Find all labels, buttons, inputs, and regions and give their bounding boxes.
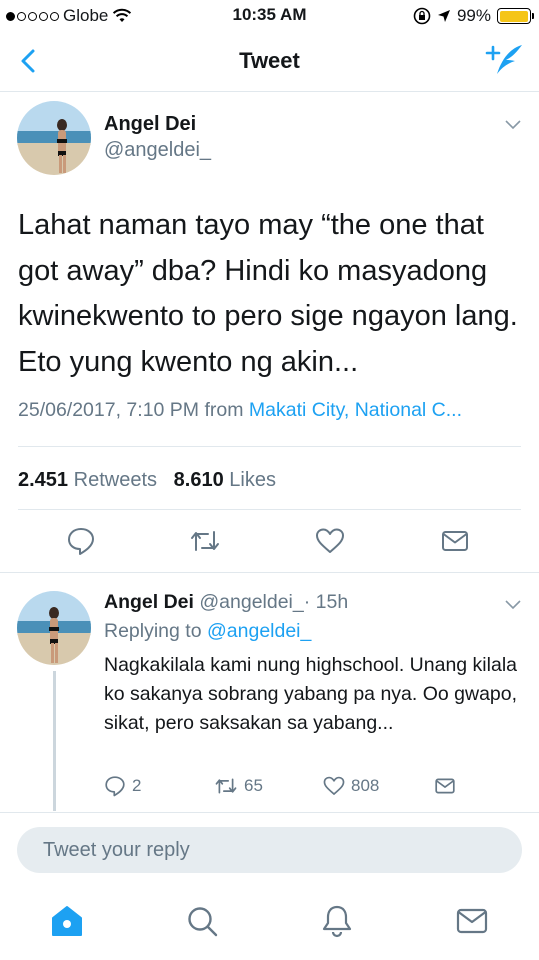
reply-retweet-button[interactable]: 65 — [214, 775, 263, 797]
reply-reply-button[interactable]: 2 — [104, 775, 141, 797]
replying-to: Replying to @angeldei_ — [104, 620, 311, 643]
reply-icon — [105, 776, 125, 797]
reply-tweet[interactable]: Angel Dei @angeldei_· 15h Replying to @a… — [0, 572, 539, 812]
tweet-actions — [0, 526, 539, 566]
retweet-count: 65 — [244, 776, 263, 795]
replying-handle[interactable]: @angeldei_ — [207, 620, 311, 642]
reply-author-handle[interactable]: @angeldei_ — [199, 591, 303, 613]
retweets-count[interactable]: 2.451 — [18, 469, 68, 491]
reply-composer — [0, 812, 539, 884]
reply-input[interactable] — [17, 827, 522, 873]
reply-actions: 2 65 808 — [0, 775, 539, 805]
direct-message-icon — [435, 778, 455, 794]
direct-message-icon[interactable] — [440, 526, 470, 556]
system-indicators: 99% — [413, 6, 534, 26]
tweet-location[interactable]: Makati City, National C... — [249, 399, 462, 421]
search-icon[interactable] — [185, 904, 219, 938]
divider — [18, 446, 521, 447]
rotation-lock-icon — [413, 7, 431, 25]
tweet-date: 25/06/2017, 7:10 PM from — [18, 399, 249, 421]
reply-like-button[interactable]: 808 — [323, 775, 379, 797]
reply-text: Nagkakilala kami nung highschool. Unang … — [104, 654, 518, 734]
tweet-text: Lahat naman tayo may “the one that got a… — [18, 209, 518, 378]
reply-message-button[interactable] — [433, 775, 457, 797]
reply-icon[interactable] — [66, 526, 96, 556]
location-arrow-icon — [437, 10, 450, 22]
tweet-meta: 25/06/2017, 7:10 PM from Makati City, Na… — [18, 399, 523, 422]
author-name[interactable]: Angel Dei — [104, 113, 196, 136]
retweet-icon[interactable] — [190, 526, 220, 556]
navigation-bar: Tweet — [0, 30, 539, 92]
retweets-label[interactable]: Retweets — [74, 469, 157, 491]
reply-header: Angel Dei @angeldei_· 15h — [104, 591, 348, 614]
heart-icon — [323, 776, 345, 795]
battery-percent: 99% — [456, 6, 491, 25]
reply-count: 2 — [132, 776, 142, 795]
likes-label[interactable]: Likes — [229, 469, 276, 491]
heart-icon[interactable] — [315, 526, 345, 556]
tweet-stats: 2.451 Retweets 8.610 Likes — [18, 469, 276, 492]
status-bar: Globe 10:35 AM 99% — [0, 0, 539, 30]
battery-icon — [497, 8, 534, 24]
retweet-icon — [215, 778, 237, 794]
compose-tweet-icon[interactable] — [485, 42, 525, 78]
page-title: Tweet — [239, 48, 300, 73]
chevron-down-icon[interactable] — [503, 117, 523, 131]
reply-time: · 15h — [303, 591, 349, 613]
reply-author-name[interactable]: Angel Dei — [104, 591, 194, 613]
chevron-down-icon[interactable] — [503, 597, 523, 611]
like-count: 808 — [351, 776, 380, 795]
replying-label: Replying to — [104, 620, 207, 642]
avatar[interactable] — [17, 591, 91, 665]
divider — [18, 509, 521, 510]
tab-bar — [0, 884, 539, 960]
likes-count[interactable]: 8.610 — [174, 469, 224, 491]
notifications-bell-icon[interactable] — [320, 904, 354, 938]
messages-icon[interactable] — [455, 904, 489, 938]
avatar[interactable] — [17, 101, 91, 175]
author-handle[interactable]: @angeldei_ — [104, 139, 211, 162]
home-icon[interactable] — [50, 904, 84, 938]
